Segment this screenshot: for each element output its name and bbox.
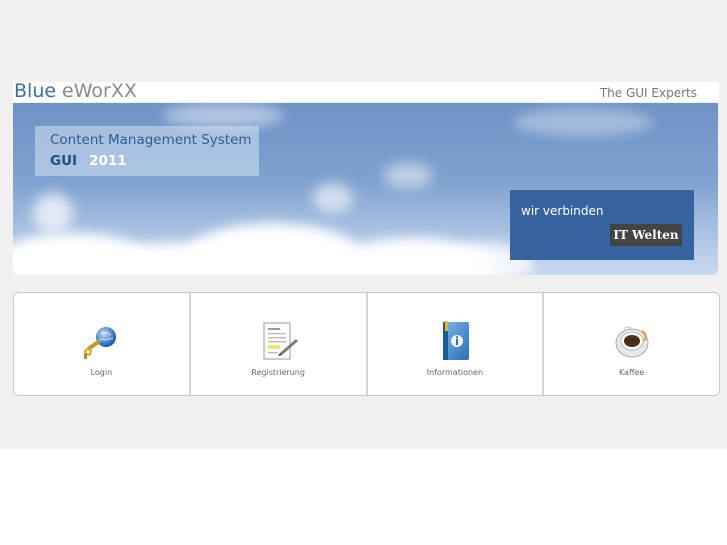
document-pen-icon: [263, 322, 299, 360]
cloud-shape: [313, 183, 353, 213]
nav-tiles: Login Registrierung Informationen Kaffee: [13, 292, 720, 396]
tile-kaffee[interactable]: Kaffee: [544, 293, 719, 395]
cms-year: 2011: [89, 153, 127, 169]
cms-title: Content Management System: [50, 132, 252, 148]
cloud-shape: [163, 103, 283, 128]
cms-gui-label: GUI: [50, 153, 78, 169]
logo-primary-text: Blue: [14, 80, 57, 102]
cloud-shape: [33, 193, 73, 233]
tile-informationen[interactable]: Informationen: [368, 293, 545, 395]
coffee-cup-icon: [615, 326, 649, 358]
tagline: The GUI Experts: [599, 86, 697, 100]
it-welten-button[interactable]: IT Welten: [610, 224, 682, 246]
site-logo[interactable]: Blue eWorXX: [14, 79, 137, 103]
tile-registrierung-label: Registrierung: [251, 368, 305, 377]
cloud-shape: [513, 108, 653, 136]
tile-login-label: Login: [90, 368, 113, 377]
connect-text: wir verbinden: [521, 204, 604, 218]
info-book-icon: [442, 321, 469, 360]
cms-subtitle: GUI 2011: [50, 153, 127, 169]
key-globe-icon: [84, 327, 117, 359]
tile-kaffee-label: Kaffee: [618, 368, 645, 377]
tile-registrierung[interactable]: Registrierung: [191, 293, 368, 395]
cloud-shape: [383, 163, 433, 188]
tile-login[interactable]: Login: [14, 293, 191, 395]
logo-secondary-text: eWorXX: [62, 80, 137, 102]
tile-informationen-label: Informationen: [426, 368, 484, 377]
